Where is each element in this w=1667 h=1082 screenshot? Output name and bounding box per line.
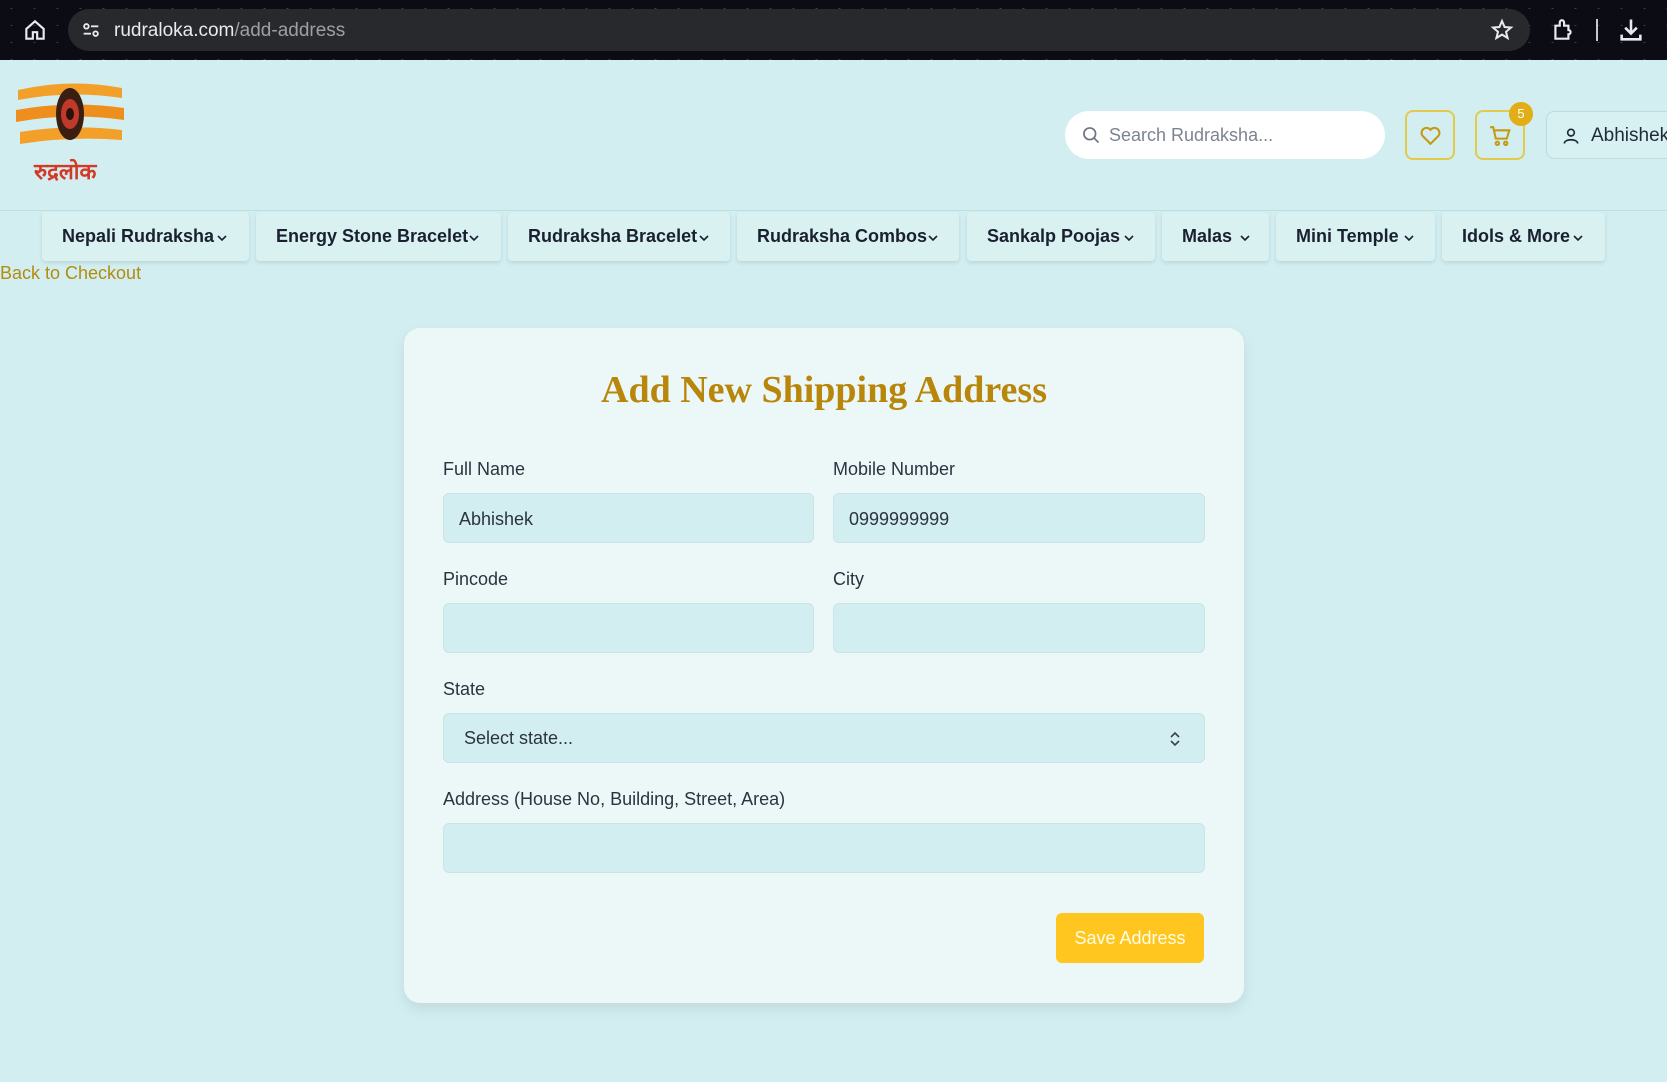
chevron-down-icon	[699, 235, 709, 242]
toolbar-divider	[1596, 19, 1598, 41]
form-title: Add New Shipping Address	[601, 369, 1047, 411]
nav-item-label: Rudraksha Bracelet	[528, 226, 698, 246]
chevron-down-icon	[1124, 235, 1134, 242]
nav-item-mini-temple[interactable]: Mini Temple	[1276, 212, 1435, 261]
nav-item-sankalp-poojas[interactable]: Sankalp Poojas	[967, 212, 1155, 261]
url-domain: rudraloka.com	[114, 20, 235, 41]
save-address-button[interactable]: Save Address	[1056, 913, 1204, 963]
chevron-down-icon	[1404, 235, 1414, 242]
star-icon[interactable]	[1490, 18, 1514, 42]
pincode-input[interactable]	[459, 617, 792, 641]
mobile-number-label: Mobile Number	[833, 459, 956, 479]
chevron-down-icon	[928, 235, 938, 242]
mobile-number-field[interactable]	[833, 493, 1205, 543]
state-label: State	[443, 679, 486, 699]
city-field[interactable]	[833, 603, 1205, 653]
site-info-icon[interactable]	[80, 19, 102, 41]
nav-item-label: Nepali Rudraksha	[62, 226, 215, 246]
chevron-down-icon	[1240, 235, 1250, 242]
search-icon	[1083, 127, 1100, 144]
nav-item-label: Energy Stone Bracelet	[276, 226, 469, 246]
nav-item-label: Rudraksha Combos	[757, 226, 928, 246]
mobile-number-input[interactable]	[849, 507, 1182, 531]
search-box[interactable]	[1065, 111, 1385, 159]
chevron-down-icon	[1573, 235, 1583, 242]
address-form-card: Add New Shipping Address Full Name Mobil…	[404, 328, 1244, 1003]
nav-item-rudraksha-bracelet[interactable]: Rudraksha Bracelet	[508, 212, 730, 261]
state-select[interactable]: Select state...	[443, 713, 1205, 763]
cart-icon	[1490, 126, 1511, 147]
url-path: /add-address	[234, 20, 346, 41]
nav-item-label: Malas	[1182, 226, 1233, 246]
address-field[interactable]	[443, 823, 1205, 873]
chevron-down-icon	[469, 235, 479, 242]
browser-toolbar: rudraloka.com/add-address	[0, 0, 1667, 60]
nav-item-label: Idols & More	[1462, 226, 1571, 246]
city-label: City	[833, 569, 864, 589]
search-input[interactable]	[1109, 119, 1369, 151]
nav-item-rudraksha-combos[interactable]: Rudraksha Combos	[737, 212, 959, 261]
wishlist-button[interactable]	[1405, 110, 1455, 160]
pincode-label: Pincode	[443, 569, 509, 589]
nav-item-idols-and-more[interactable]: Idols & More	[1442, 212, 1605, 261]
state-select-value: Select state...	[464, 728, 574, 748]
nav-item-nepali-rudraksha[interactable]: Nepali Rudraksha	[42, 212, 249, 261]
pincode-field[interactable]	[443, 603, 814, 653]
user-name: Abhishek	[1591, 125, 1667, 146]
logo-wordmark: रुद्रलोक	[34, 160, 97, 185]
heart-icon	[1420, 126, 1441, 146]
nav-item-malas[interactable]: Malas	[1162, 212, 1269, 261]
city-input[interactable]	[849, 617, 1182, 641]
chevron-down-icon	[217, 235, 227, 242]
download-icon[interactable]	[1617, 16, 1645, 44]
full-name-input[interactable]	[459, 507, 792, 531]
cart-count-badge: 5	[1509, 102, 1533, 126]
extensions-icon[interactable]	[1550, 17, 1576, 43]
address-label: Address (House No, Building, Street, Are…	[443, 789, 786, 809]
user-account-button[interactable]: Abhishek	[1546, 111, 1667, 159]
address-bar[interactable]: rudraloka.com/add-address	[68, 9, 1530, 51]
url-text: rudraloka.com/add-address	[114, 20, 345, 42]
user-icon	[1563, 128, 1579, 144]
full-name-label: Full Name	[443, 459, 526, 479]
full-name-field[interactable]	[443, 493, 814, 543]
address-input[interactable]	[459, 837, 1143, 861]
select-updown-icon	[1170, 731, 1180, 747]
nav-item-label: Mini Temple	[1296, 226, 1399, 246]
nav-item-label: Sankalp Poojas	[987, 226, 1121, 246]
back-to-checkout-link[interactable]: Back to Checkout	[0, 263, 141, 284]
nav-item-energy-stone-bracelet[interactable]: Energy Stone Bracelet	[256, 212, 501, 261]
home-icon[interactable]	[22, 17, 48, 43]
